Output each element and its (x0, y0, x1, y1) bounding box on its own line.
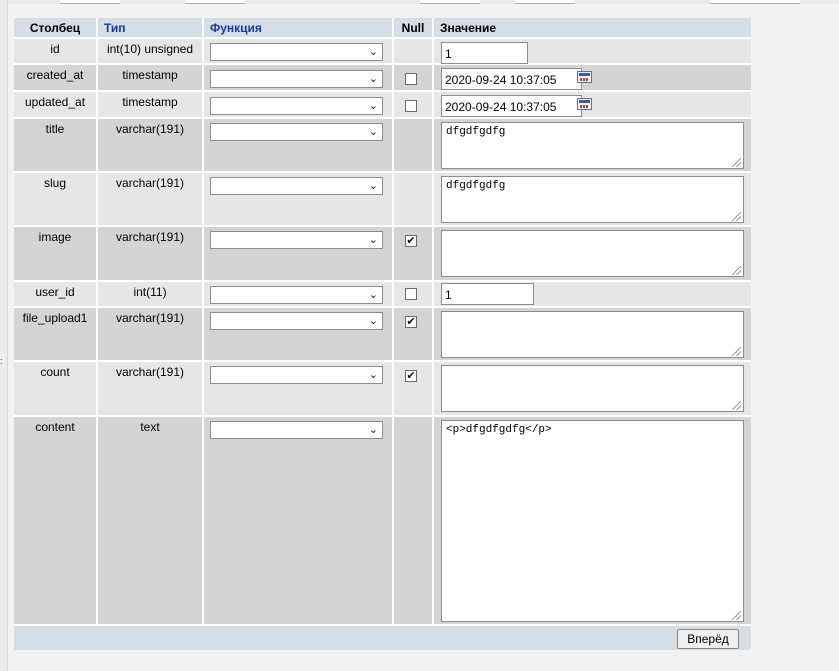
column-type: timestamp (98, 92, 204, 119)
header-column: Столбец (14, 18, 98, 39)
chevron-down-icon: ⌄ (368, 289, 378, 301)
checkmark-icon: ✔ (406, 370, 416, 382)
column-name: slug (14, 173, 98, 227)
tab-fragment[interactable] (60, 0, 120, 4)
chevron-down-icon: ⌄ (368, 126, 378, 138)
chevron-down-icon: ⌄ (368, 100, 378, 112)
table-row: id int(10) unsigned ⌄ 1 (14, 39, 751, 65)
column-name: user_id (14, 282, 98, 308)
null-checkbox[interactable]: ✔ (405, 370, 417, 382)
table-row: title varchar(191) ⌄ dfgdfgdfg (14, 119, 751, 173)
chevron-down-icon: ⌄ (368, 315, 378, 327)
column-name: image (14, 227, 98, 282)
table-row: content text ⌄ <p>dfgdfgdfg</p> (14, 417, 751, 626)
column-type: text (98, 417, 204, 626)
function-select[interactable]: ⌄ (210, 70, 383, 88)
tab-fragment[interactable] (515, 0, 575, 4)
value-textarea[interactable] (441, 230, 744, 277)
null-checkbox[interactable]: ✔ (405, 316, 417, 328)
resize-grip-icon[interactable] (732, 158, 741, 167)
column-name: id (14, 39, 98, 65)
header-type[interactable]: Тип (98, 18, 204, 39)
resize-grip-icon[interactable] (732, 212, 741, 221)
function-select[interactable]: ⌄ (210, 312, 383, 330)
chevron-down-icon: ⌄ (368, 369, 378, 381)
column-name: created_at (14, 65, 98, 92)
column-type: int(11) (98, 282, 204, 308)
insert-row-form: Столбец Тип Функция Null Значение id int… (14, 18, 751, 650)
column-type: varchar(191) (98, 308, 204, 362)
function-select[interactable]: ⌄ (210, 421, 383, 439)
form-footer: Вперёд (14, 626, 751, 650)
column-type: timestamp (98, 65, 204, 92)
column-name: updated_at (14, 92, 98, 119)
chevron-down-icon: ⌄ (368, 46, 378, 58)
column-name: content (14, 417, 98, 626)
value-textarea[interactable] (441, 311, 744, 358)
table-row: created_at timestamp ⌄ 2020-09-24 10:37:… (14, 65, 751, 92)
value-input[interactable]: 1 (441, 283, 534, 305)
textarea-text: dfgdfgdfg (446, 126, 506, 138)
value-textarea[interactable] (441, 365, 744, 412)
header-null: Null (394, 18, 434, 39)
header-value: Значение (434, 18, 751, 39)
value-input[interactable]: 1 (441, 42, 528, 64)
value-input[interactable]: 2020-09-24 10:37:05 (441, 68, 582, 90)
submit-button[interactable]: Вперёд (677, 629, 739, 649)
function-select[interactable]: ⌄ (210, 231, 383, 249)
chevron-down-icon: ⌄ (368, 180, 378, 192)
tab-fragment[interactable] (185, 0, 245, 4)
table-row: user_id int(11) ⌄ 1 (14, 282, 751, 308)
function-select[interactable]: ⌄ (210, 97, 383, 115)
table-row: updated_at timestamp ⌄ 2020-09-24 10:37:… (14, 92, 751, 119)
column-type: varchar(191) (98, 173, 204, 227)
resize-grip-icon[interactable] (732, 401, 741, 410)
function-select[interactable]: ⌄ (210, 366, 383, 384)
column-type: int(10) unsigned (98, 39, 204, 65)
top-tab-strip (0, 0, 839, 4)
function-select[interactable]: ⌄ (210, 43, 383, 61)
column-type: varchar(191) (98, 227, 204, 282)
function-select[interactable]: ⌄ (210, 286, 383, 304)
value-input[interactable]: 2020-09-24 10:37:05 (441, 95, 582, 117)
left-panel-edge: : (0, 0, 8, 671)
tab-fragment[interactable] (710, 0, 800, 4)
calendar-icon[interactable] (577, 98, 592, 110)
null-checkbox[interactable] (405, 288, 417, 300)
null-checkbox[interactable] (405, 100, 417, 112)
column-name: file_upload1 (14, 308, 98, 362)
table-row: file_upload1 varchar(191) ⌄ ✔ (14, 308, 751, 362)
table-row: image varchar(191) ⌄ ✔ (14, 227, 751, 282)
checkmark-icon: ✔ (406, 316, 416, 328)
null-checkbox[interactable] (405, 73, 417, 85)
table-row: count varchar(191) ⌄ ✔ (14, 362, 751, 417)
textarea-text: dfgdfgdfg (446, 180, 506, 192)
value-textarea[interactable]: dfgdfgdfg (441, 122, 744, 169)
value-textarea[interactable]: dfgdfgdfg (441, 176, 744, 223)
header-function[interactable]: Функция (204, 18, 394, 39)
function-select[interactable]: ⌄ (210, 123, 383, 141)
checkmark-icon: ✔ (406, 235, 416, 247)
column-name: count (14, 362, 98, 417)
column-name: title (14, 119, 98, 173)
table-row: slug varchar(191) ⌄ dfgdfgdfg (14, 173, 751, 227)
resize-grip-icon[interactable] (732, 347, 741, 356)
resize-grip-icon[interactable] (732, 266, 741, 275)
calendar-icon[interactable] (577, 71, 592, 83)
table-header: Столбец Тип Функция Null Значение (14, 18, 751, 39)
chevron-down-icon: ⌄ (368, 234, 378, 246)
tab-fragment[interactable] (420, 0, 480, 4)
chevron-down-icon: ⌄ (368, 424, 378, 436)
chevron-down-icon: ⌄ (368, 73, 378, 85)
function-select[interactable]: ⌄ (210, 177, 383, 195)
column-type: varchar(191) (98, 362, 204, 417)
null-checkbox[interactable]: ✔ (405, 235, 417, 247)
value-textarea[interactable]: <p>dfgdfgdfg</p> (441, 420, 744, 622)
textarea-text: <p>dfgdfgdfg</p> (446, 424, 552, 436)
column-type: varchar(191) (98, 119, 204, 173)
resize-grip-icon[interactable] (732, 611, 741, 620)
